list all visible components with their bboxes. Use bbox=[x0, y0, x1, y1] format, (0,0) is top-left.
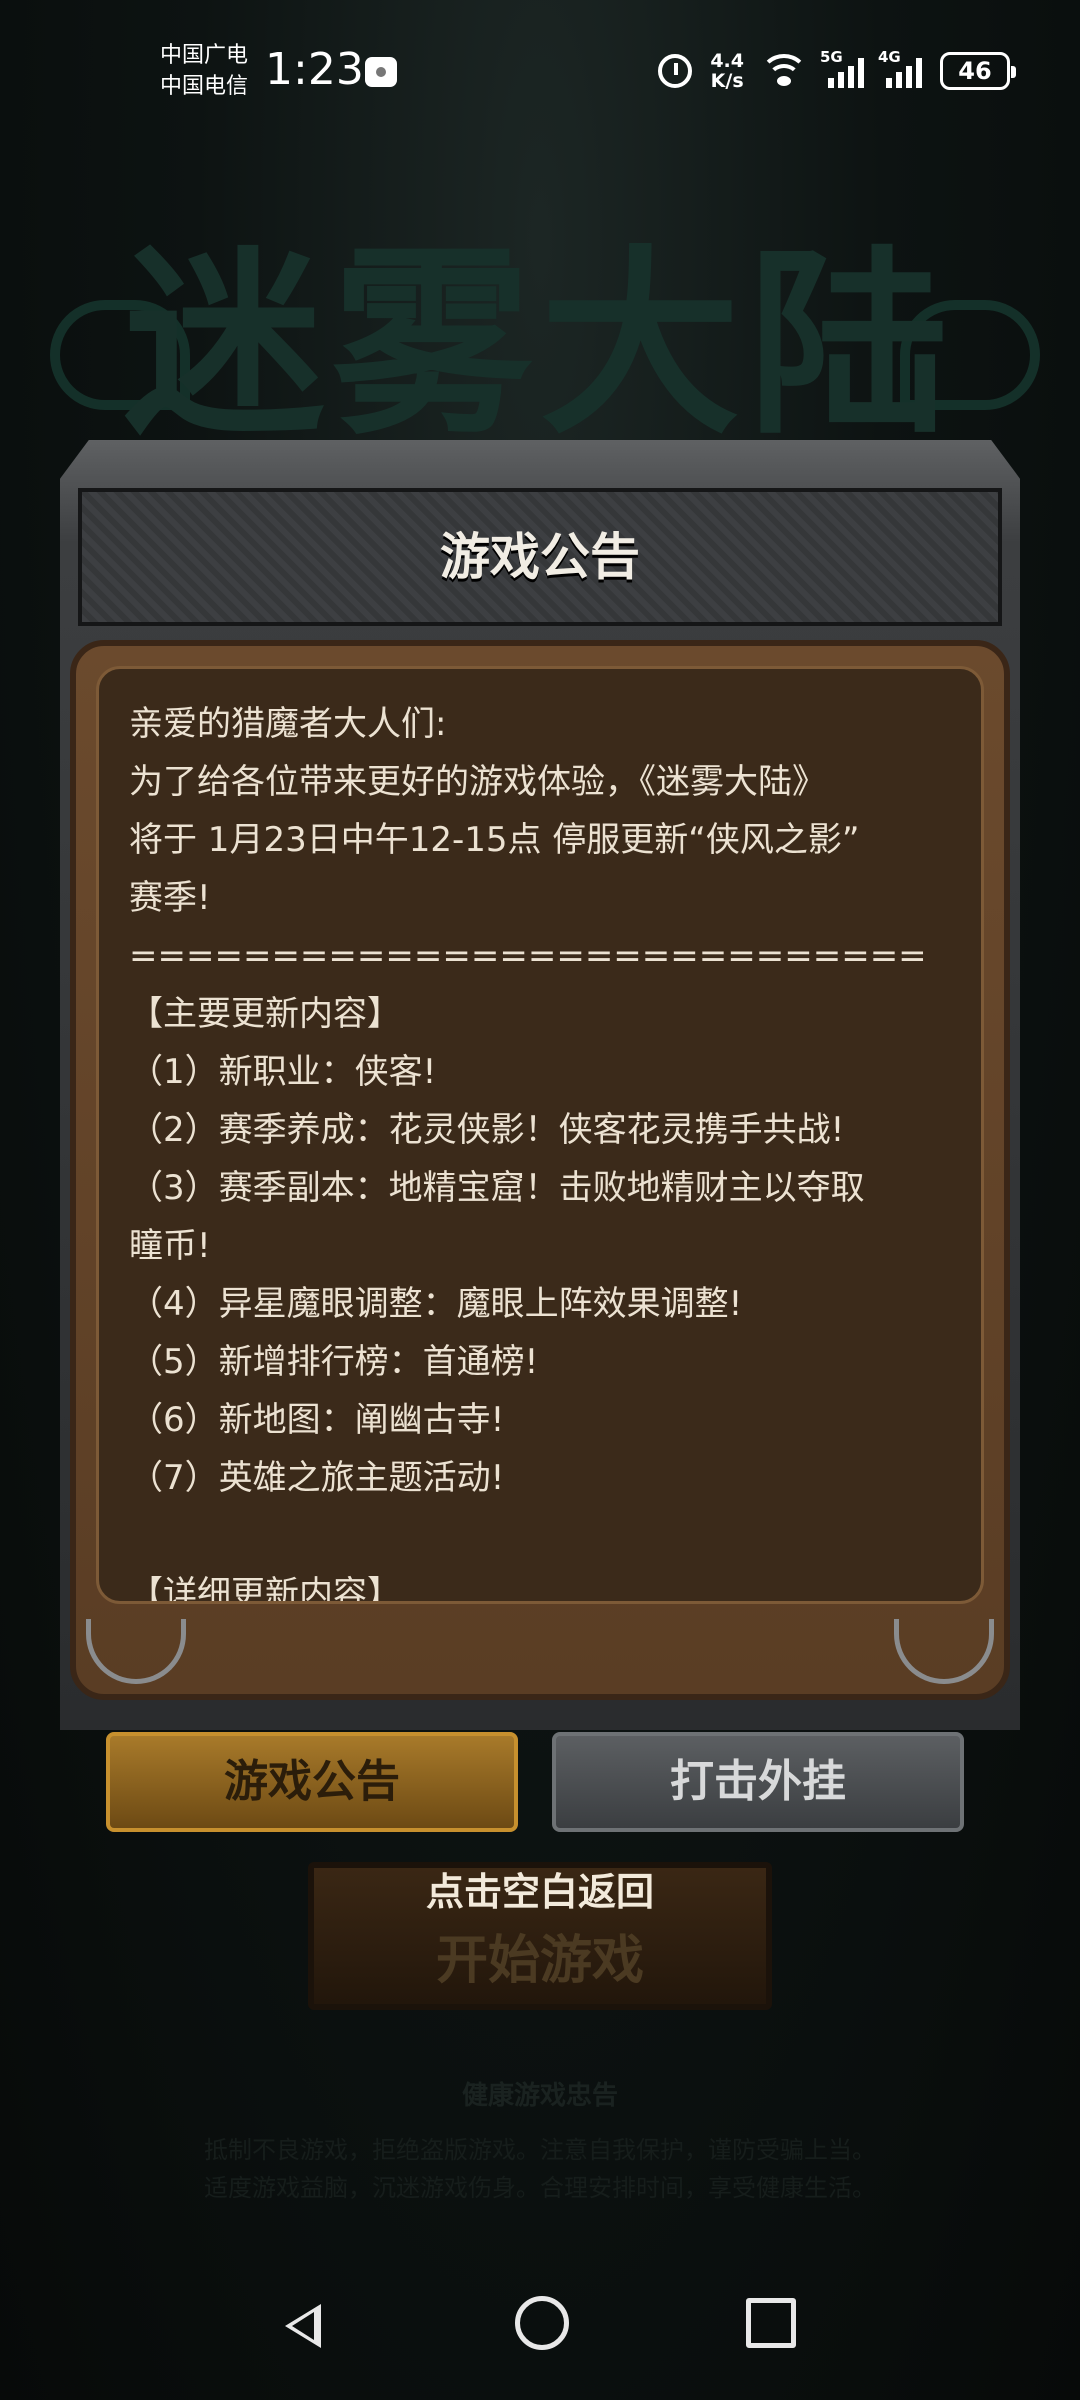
notice-line: 【主要更新内容】 bbox=[129, 994, 401, 1034]
net-speed-unit: K/s bbox=[710, 70, 744, 92]
notice-line: （2）赛季养成：花灵侠影！侠客花灵携手共战! bbox=[129, 1110, 845, 1150]
announcement-board: 亲爱的猎魔者大人们: 为了给各位带来更好的游戏体验，《迷雾大陆》 将于 1月23… bbox=[70, 640, 1010, 1700]
notice-line: （7）英雄之旅主题活动! bbox=[129, 1458, 505, 1498]
status-icons: 4.4 K/s 5G 4G 46 bbox=[658, 46, 1016, 96]
signal-4g-icon: 4G bbox=[878, 48, 922, 88]
health-advice-line: 适度游戏益脑，沉迷游戏伤身。合理安排时间，享受健康生活。 bbox=[204, 2174, 876, 2202]
health-advice-title: 健康游戏忠告 bbox=[461, 2081, 618, 2111]
signal-5g-icon: 5G bbox=[820, 48, 864, 88]
notice-line: 赛季! bbox=[129, 878, 211, 918]
notice-line: 【详细更新内容】 bbox=[129, 1574, 401, 1604]
signal-5g-label: 5G bbox=[820, 48, 843, 66]
home-icon[interactable] bbox=[515, 2296, 569, 2350]
back-icon[interactable] bbox=[285, 2304, 321, 2348]
modal-header: 游戏公告 bbox=[78, 488, 1002, 626]
notice-line: 为了给各位带来更好的游戏体验，《迷雾大陆》 bbox=[129, 762, 826, 802]
net-speed: 4.4 K/s bbox=[710, 51, 744, 91]
notice-line: （1）新职业：侠客! bbox=[129, 1052, 437, 1092]
notice-line: （6）新地图：阐幽古寺! bbox=[129, 1400, 505, 1440]
notice-line: 亲爱的猎魔者大人们: bbox=[129, 704, 447, 744]
notice-line: 将于 1月23日中午12-15点 停服更新“侠风之影” bbox=[129, 820, 860, 860]
notice-button[interactable]: 游戏公告 bbox=[106, 1732, 518, 1832]
notice-line: （3）赛季副本：地精宝窟！击败地精财主以夺取 bbox=[129, 1168, 865, 1208]
announcement-modal: 游戏公告 亲爱的猎魔者大人们: 为了给各位带来更好的游戏体验，《迷雾大陆》 将于… bbox=[60, 440, 1020, 1730]
notice-line: （4）异星魔眼调整：魔眼上阵效果调整! bbox=[129, 1284, 743, 1324]
carrier-1: 中国广电 bbox=[160, 43, 249, 68]
navigation-bar bbox=[0, 2280, 1080, 2400]
health-advice-line: 抵制不良游戏，拒绝盗版游戏。注意自我保护，谨防受骗上当。 bbox=[204, 2136, 876, 2164]
signal-4g-label: 4G bbox=[878, 48, 901, 66]
tap-to-return-hint[interactable]: 点击空白返回 bbox=[308, 1862, 772, 1922]
status-bar: 中国广电 中国电信 1:23 4.4 K/s 5G 4G 46 bbox=[0, 0, 1080, 140]
corner-ornament-right bbox=[894, 1619, 994, 1684]
notice-line: （5）新增排行榜：首通榜! bbox=[129, 1342, 539, 1382]
corner-ornament-left bbox=[86, 1619, 186, 1684]
recent-apps-icon[interactable] bbox=[746, 2298, 796, 2348]
announcement-scroll-area[interactable]: 亲爱的猎魔者大人们: 为了给各位带来更好的游戏体验，《迷雾大陆》 将于 1月23… bbox=[96, 666, 984, 1604]
modal-title: 游戏公告 bbox=[440, 528, 640, 586]
announcement-text: 亲爱的猎魔者大人们: 为了给各位带来更好的游戏体验，《迷雾大陆》 将于 1月23… bbox=[129, 695, 951, 1604]
carrier-2: 中国电信 bbox=[160, 74, 249, 99]
notification-icon bbox=[365, 57, 397, 87]
anti-cheat-button[interactable]: 打击外挂 bbox=[552, 1732, 964, 1832]
battery-level: 46 bbox=[958, 57, 992, 85]
status-time: 1:23 bbox=[265, 44, 364, 95]
notice-line bbox=[129, 1507, 951, 1565]
notice-line: 瞳币! bbox=[129, 1226, 211, 1266]
wifi-icon bbox=[760, 54, 808, 88]
carrier-names: 中国广电 中国电信 bbox=[160, 40, 248, 102]
notice-line: ============================ bbox=[129, 936, 927, 976]
game-logo: 迷雾大陆 bbox=[123, 227, 956, 462]
alarm-icon bbox=[658, 54, 693, 88]
battery-icon: 46 bbox=[940, 52, 1016, 90]
net-speed-value: 4.4 bbox=[710, 50, 744, 72]
